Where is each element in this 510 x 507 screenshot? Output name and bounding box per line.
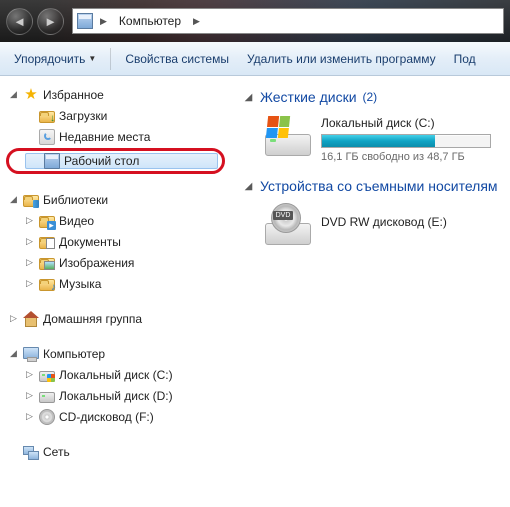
music-icon <box>39 279 55 291</box>
expand-icon[interactable]: ▷ <box>24 278 35 289</box>
video-icon <box>39 216 55 228</box>
address-bar[interactable]: ▶ Компьютер ▶ <box>72 8 504 34</box>
downloads-icon <box>39 111 55 123</box>
computer-node[interactable]: ◢ Компьютер <box>4 343 231 364</box>
sidebar-item-documents[interactable]: ▷ Документы <box>4 231 231 252</box>
separator <box>110 48 111 70</box>
libraries-label: Библиотеки <box>43 193 108 207</box>
images-label: Изображения <box>59 256 134 270</box>
uninstall-label: Удалить или изменить программу <box>247 52 436 66</box>
drive-c-space-bar <box>321 134 491 148</box>
cd-icon <box>39 409 55 425</box>
system-properties-label: Свойства системы <box>125 52 229 66</box>
desktop-label: Рабочий стол <box>64 154 139 168</box>
computer-icon <box>77 13 93 29</box>
music-label: Музыка <box>59 277 101 291</box>
sidebar-item-desktop[interactable]: Рабочий стол <box>9 151 139 172</box>
sidebar-item-drive-f[interactable]: ▷ CD-дисковод (F:) <box>4 406 231 427</box>
expand-icon[interactable]: ▷ <box>8 313 19 324</box>
homegroup-node[interactable]: ▷ Домашняя группа <box>4 308 231 329</box>
content-pane: ◢ Жесткие диски (2) Локальный диск (C:) … <box>235 76 510 507</box>
hdd-section-header[interactable]: ◢ Жесткие диски (2) <box>239 84 506 110</box>
hdd-icon <box>39 392 55 403</box>
drive-c-space-fill <box>322 135 435 147</box>
removable-section-title: Устройства со съемными носителям <box>260 178 498 194</box>
nav-forward-button[interactable]: ► <box>37 8 64 35</box>
hdd-section-title: Жесткие диски <box>260 89 357 105</box>
collapse-icon[interactable]: ◢ <box>8 194 19 205</box>
computer-label: Компьютер <box>43 347 105 361</box>
titlebar: ◄ ► ▶ Компьютер ▶ <box>0 0 510 42</box>
expand-icon[interactable]: ▷ <box>24 411 35 422</box>
documents-label: Документы <box>59 235 121 249</box>
expand-icon[interactable]: ▷ <box>24 390 35 401</box>
collapse-icon[interactable]: ◢ <box>243 92 254 103</box>
favorites-node[interactable]: ◢ Избранное <box>4 84 231 105</box>
chevron-down-icon: ▼ <box>88 54 96 63</box>
system-properties-button[interactable]: Свойства системы <box>119 47 235 71</box>
drive-c-name: Локальный диск (C:) <box>321 116 498 130</box>
expand-icon[interactable]: ▷ <box>24 257 35 268</box>
removable-section-header[interactable]: ◢ Устройства со съемными носителям <box>239 173 506 199</box>
network-label: Сеть <box>43 445 70 459</box>
uninstall-program-button[interactable]: Удалить или изменить программу <box>241 47 442 71</box>
breadcrumb-computer[interactable]: Компьютер <box>114 11 186 31</box>
video-label: Видео <box>59 214 94 228</box>
sidebar-item-recent[interactable]: Недавние места <box>4 126 231 147</box>
expand-icon[interactable]: ▷ <box>24 369 35 380</box>
downloads-label: Загрузки <box>59 109 107 123</box>
recent-label: Недавние места <box>59 130 150 144</box>
expand-icon[interactable]: ▷ <box>24 236 35 247</box>
chevron-right-icon[interactable]: ▶ <box>97 16 110 27</box>
organize-button[interactable]: Упорядочить ▼ <box>8 47 102 71</box>
favorites-label: Избранное <box>43 88 104 102</box>
sidebar-item-music[interactable]: ▷ Музыка <box>4 273 231 294</box>
hdd-section-count: (2) <box>363 90 378 104</box>
desktop-icon <box>44 153 60 169</box>
homegroup-icon <box>23 311 39 327</box>
sidebar-item-downloads[interactable]: Загрузки <box>4 105 231 126</box>
sidebar-item-drive-d[interactable]: ▷ Локальный диск (D:) <box>4 385 231 406</box>
nav-back-button[interactable]: ◄ <box>6 8 33 35</box>
navigation-pane: ◢ Избранное Загрузки Недавние места Рабо… <box>0 76 235 507</box>
expand-icon[interactable]: ▷ <box>24 215 35 226</box>
toolbar-more-button[interactable]: Под <box>448 47 482 71</box>
drive-item-dvd[interactable]: DVD DVD RW дисковод (E:) <box>239 199 506 255</box>
organize-label: Упорядочить <box>14 52 85 66</box>
dvd-drive-name: DVD RW дисковод (E:) <box>321 203 447 229</box>
drive-c-free-text: 16,1 ГБ свободно из 48,7 ГБ <box>321 151 498 163</box>
collapse-icon[interactable]: ◢ <box>8 348 19 359</box>
drive-c-label: Локальный диск (C:) <box>59 368 173 382</box>
homegroup-label: Домашняя группа <box>43 312 142 326</box>
computer-icon <box>23 346 39 362</box>
sidebar-item-drive-c[interactable]: ▷ Локальный диск (C:) <box>4 364 231 385</box>
sidebar-item-video[interactable]: ▷ Видео <box>4 210 231 231</box>
drive-f-label: CD-дисковод (F:) <box>59 410 154 424</box>
toolbar-more-label: Под <box>454 52 476 66</box>
network-node[interactable]: Сеть <box>4 441 231 462</box>
collapse-icon[interactable]: ◢ <box>243 181 254 192</box>
hdd-icon <box>39 371 55 382</box>
drive-item-c[interactable]: Локальный диск (C:) 16,1 ГБ свободно из … <box>239 110 506 173</box>
documents-icon <box>39 237 55 249</box>
drive-d-label: Локальный диск (D:) <box>59 389 173 403</box>
network-icon <box>23 444 39 460</box>
libraries-icon <box>23 195 39 207</box>
star-icon <box>23 87 39 103</box>
images-icon <box>39 258 55 270</box>
sidebar-item-images[interactable]: ▷ Изображения <box>4 252 231 273</box>
recent-icon <box>39 129 55 145</box>
system-drive-icon <box>265 114 311 156</box>
highlighted-annotation: Рабочий стол <box>6 148 225 174</box>
dvd-drive-icon: DVD <box>265 203 311 245</box>
dvd-tag: DVD <box>273 211 293 220</box>
toolbar: Упорядочить ▼ Свойства системы Удалить и… <box>0 42 510 76</box>
chevron-right-icon[interactable]: ▶ <box>190 16 203 27</box>
collapse-icon[interactable]: ◢ <box>8 89 19 100</box>
libraries-node[interactable]: ◢ Библиотеки <box>4 189 231 210</box>
